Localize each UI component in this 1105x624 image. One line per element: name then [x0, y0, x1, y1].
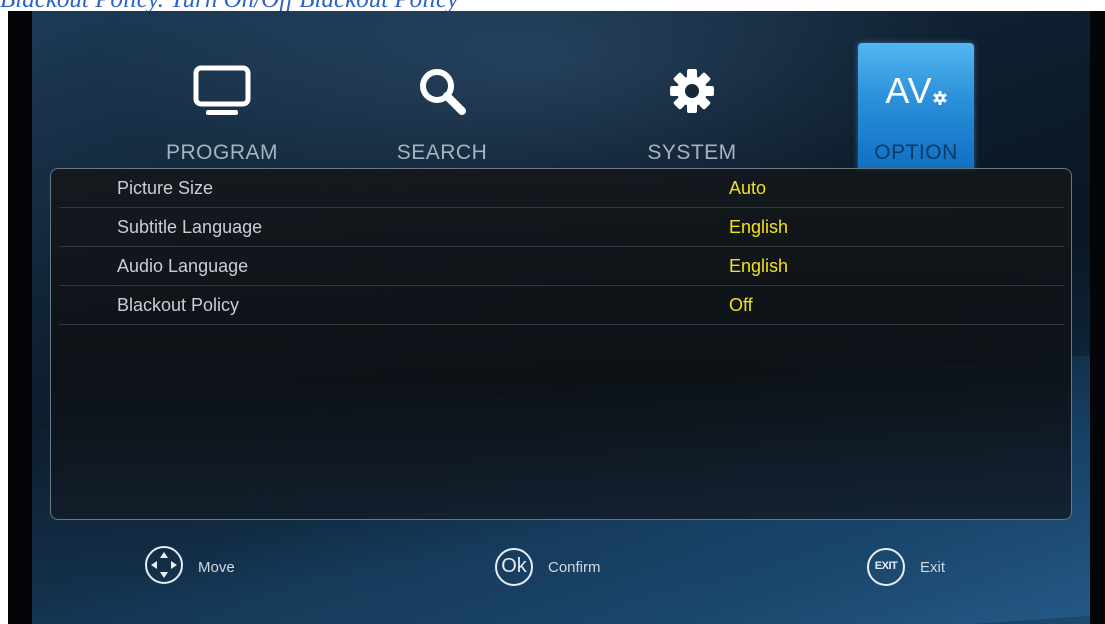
menu-tabs: PROGRAM SEARCH SYSTEM AV OPTION — [32, 11, 1090, 171]
tv-screen: PROGRAM SEARCH SYSTEM AV OPTION Picture … — [32, 11, 1090, 624]
exit-icon-text: EXIT — [874, 560, 898, 572]
setting-row-audio-language[interactable]: Audio Language English — [59, 247, 1064, 286]
tab-option-label: OPTION — [874, 141, 958, 164]
tab-program-label: PROGRAM — [165, 141, 278, 164]
exit-icon: EXIT — [866, 547, 906, 587]
hint-confirm: Ok Confirm — [494, 547, 601, 587]
tab-option[interactable]: AV OPTION — [824, 43, 984, 171]
setting-value: Auto — [729, 178, 767, 198]
hint-move-label: Move — [198, 558, 235, 576]
tab-program[interactable]: PROGRAM — [142, 43, 302, 171]
setting-value: English — [729, 256, 789, 276]
tab-search-label: SEARCH — [396, 141, 488, 164]
setting-name: Picture Size — [117, 178, 214, 198]
av-icon-text: AV — [885, 70, 933, 111]
setting-name: Blackout Policy — [117, 295, 240, 315]
setting-value: Off — [729, 295, 753, 315]
hint-move: Move — [144, 545, 235, 590]
ok-icon: Ok — [494, 547, 534, 587]
setting-row-blackout-policy[interactable]: Blackout Policy Off — [59, 286, 1064, 325]
search-icon — [410, 63, 474, 119]
setting-name: Subtitle Language — [117, 217, 263, 237]
gear-icon — [660, 63, 724, 119]
hint-exit: EXIT Exit — [866, 547, 945, 587]
hint-confirm-label: Confirm — [548, 558, 601, 576]
av-settings-icon: AV — [884, 63, 948, 119]
setting-value: English — [729, 217, 789, 237]
setting-row-subtitle-language[interactable]: Subtitle Language English — [59, 208, 1064, 247]
tab-system-label: SYSTEM — [647, 141, 737, 164]
ok-icon-text: Ok — [501, 555, 527, 577]
setting-name: Audio Language — [117, 256, 249, 276]
hint-exit-label: Exit — [920, 558, 946, 576]
monitor-icon — [190, 63, 254, 119]
dpad-icon — [144, 545, 184, 590]
settings-panel: Picture Size Auto Subtitle Language Engl… — [50, 168, 1072, 520]
tab-search[interactable]: SEARCH — [362, 43, 522, 171]
tab-system[interactable]: SYSTEM — [612, 43, 772, 171]
key-hints-bar: Move Ok Confirm EXIT Exit — [32, 531, 1090, 611]
setting-row-picture-size[interactable]: Picture Size Auto — [59, 169, 1064, 208]
tv-frame: PROGRAM SEARCH SYSTEM AV OPTION Picture … — [8, 11, 1105, 624]
